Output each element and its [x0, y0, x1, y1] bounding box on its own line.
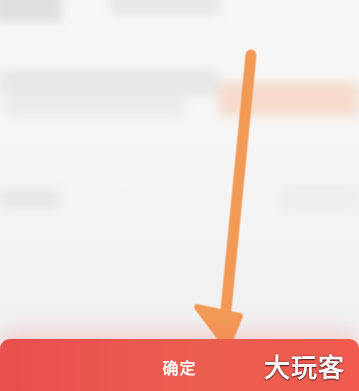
blurred-row-1-sub	[5, 98, 185, 116]
blurred-row-1	[0, 70, 220, 96]
bottom-action-bar: 确定	[0, 339, 359, 391]
blurred-background-content	[0, 0, 359, 391]
app-screen: 确定 大玩客	[0, 0, 359, 391]
blurred-row-2	[0, 190, 60, 208]
blurred-block-top-middle	[110, 0, 220, 16]
blurred-block-top-left	[0, 0, 62, 22]
blurred-row-2-right	[279, 185, 359, 211]
blurred-accent-block	[219, 82, 359, 116]
confirm-button[interactable]: 确定	[156, 351, 202, 380]
